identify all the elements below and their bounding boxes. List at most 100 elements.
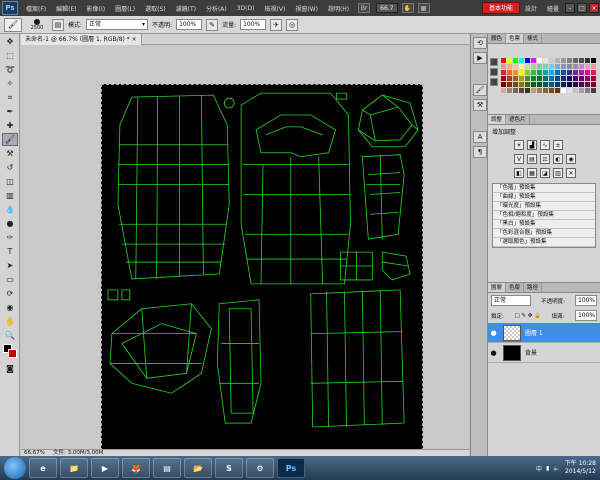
menu-layer[interactable]: 圖層(L): [110, 4, 140, 13]
workspace-essentials-button[interactable]: 基本功能: [481, 2, 520, 14]
photo-filter-icon[interactable]: ◉: [566, 154, 576, 164]
pen-tool[interactable]: ✑: [2, 231, 18, 244]
actions-panel-icon[interactable]: ▶: [473, 52, 487, 64]
shape-tool[interactable]: ▭: [2, 273, 18, 286]
selective-color-icon[interactable]: ✕: [566, 168, 576, 178]
eyedropper-tool[interactable]: ✒: [2, 105, 18, 118]
color-balance-icon[interactable]: ⚖: [540, 154, 550, 164]
tab-color[interactable]: 顏色: [488, 34, 507, 43]
brush-preset-picker[interactable]: 2500: [26, 18, 48, 32]
menu-view[interactable]: 檢視(V): [260, 4, 291, 13]
layer-row-background[interactable]: ● 背景: [488, 343, 600, 363]
document-canvas[interactable]: [101, 84, 423, 456]
preset-black-white[interactable]: 「黑白」預設集: [493, 220, 595, 229]
black-white-icon[interactable]: ◐: [553, 154, 563, 164]
swatch-grid[interactable]: [501, 58, 597, 106]
hand-tool-icon[interactable]: ✋: [401, 3, 414, 13]
clone-stamp-tool[interactable]: ⚒: [2, 147, 18, 160]
threshold-icon[interactable]: ◪: [540, 168, 550, 178]
blend-mode-select[interactable]: 正常: [491, 295, 531, 306]
lasso-tool[interactable]: ➰: [2, 63, 18, 76]
close-tab-icon[interactable]: ×: [132, 36, 137, 43]
menu-analysis[interactable]: 分析(A): [201, 4, 232, 13]
tablet-size-toggle[interactable]: ◎: [286, 18, 299, 31]
zoom-tool[interactable]: 🔍: [2, 329, 18, 342]
workspace-painting-button[interactable]: 繪畫: [542, 4, 564, 13]
tab-paths[interactable]: 路徑: [524, 283, 543, 292]
eraser-tool[interactable]: ◫: [2, 175, 18, 188]
workspace-design-button[interactable]: 設計: [520, 4, 542, 13]
airbrush-toggle[interactable]: ✈: [270, 18, 283, 31]
invert-icon[interactable]: ◧: [514, 168, 524, 178]
curves-icon[interactable]: ∿: [540, 140, 550, 150]
taskbar-photoshop[interactable]: Ps: [277, 458, 305, 478]
character-panel-icon[interactable]: A: [473, 131, 487, 143]
bridge-icon[interactable]: Br: [358, 3, 371, 13]
exposure-icon[interactable]: ±: [553, 140, 563, 150]
maximize-button[interactable]: □: [577, 3, 587, 13]
layer-row-1[interactable]: ● 圖層 1: [488, 323, 600, 343]
swatch-tool-3[interactable]: [490, 78, 498, 86]
gradient-map-icon[interactable]: ▥: [553, 168, 563, 178]
tool-preset-picker[interactable]: 🖌: [4, 17, 22, 32]
fill-field[interactable]: 100%: [574, 310, 597, 321]
tablet-opacity-toggle[interactable]: ✎: [206, 18, 219, 31]
preset-hue-saturation[interactable]: 「色相/飽和度」預設集: [493, 211, 595, 220]
paragraph-panel-icon[interactable]: ¶: [473, 146, 487, 158]
language-indicator[interactable]: 中: [536, 464, 542, 473]
vibrance-icon[interactable]: V: [514, 154, 524, 164]
quick-select-tool[interactable]: ✧: [2, 77, 18, 90]
preset-exposure[interactable]: 「曝光度」預設集: [493, 202, 595, 211]
clone-source-icon[interactable]: ⚒: [473, 99, 487, 111]
network-icon[interactable]: ▮: [546, 465, 549, 472]
hand-tool[interactable]: ✋: [2, 315, 18, 328]
taskbar-media[interactable]: ▶: [91, 458, 119, 478]
brush-panel-toggle[interactable]: ▤: [52, 18, 64, 31]
close-button[interactable]: ×: [589, 3, 599, 13]
marquee-tool[interactable]: ⬚: [2, 49, 18, 62]
clock[interactable]: 下午 10:28 2014/5/12: [565, 460, 596, 476]
tab-adjustments[interactable]: 調整: [488, 115, 507, 124]
crop-tool[interactable]: ⌗: [2, 91, 18, 104]
quick-mask-tool[interactable]: ◙: [2, 362, 18, 375]
preset-levels[interactable]: 「色階」預設集: [493, 184, 595, 193]
taskbar-skype[interactable]: S: [215, 458, 243, 478]
type-tool[interactable]: T: [2, 245, 18, 258]
menu-file[interactable]: 檔案(F): [21, 4, 51, 13]
tab-layers[interactable]: 圖層: [488, 283, 507, 292]
taskbar-ie[interactable]: e: [29, 458, 57, 478]
minimize-button[interactable]: –: [565, 3, 575, 13]
move-tool[interactable]: ✥: [2, 35, 18, 48]
preset-curves[interactable]: 「曲線」預設集: [493, 193, 595, 202]
path-select-tool[interactable]: ➤: [2, 259, 18, 272]
layer-opacity-field[interactable]: 100%: [574, 295, 597, 306]
posterize-icon[interactable]: ▦: [527, 168, 537, 178]
tab-swatches[interactable]: 色票: [506, 34, 525, 43]
taskbar-app8[interactable]: ⚙: [246, 458, 274, 478]
zoom-level-select[interactable]: 66.7: [376, 3, 398, 13]
3d-rotate-tool[interactable]: ⟳: [2, 287, 18, 300]
menu-select[interactable]: 選取(S): [140, 4, 171, 13]
healing-brush-tool[interactable]: ✚: [2, 119, 18, 132]
menu-image[interactable]: 影像(I): [82, 4, 110, 13]
arrange-icon[interactable]: ▦: [417, 3, 430, 13]
menu-edit[interactable]: 編輯(E): [51, 4, 81, 13]
flow-field[interactable]: 100%: [240, 19, 267, 30]
brightness-icon[interactable]: ☀: [514, 140, 524, 150]
history-panel-icon[interactable]: ⟲: [473, 37, 487, 49]
swatch-tool-1[interactable]: [490, 58, 498, 66]
preset-channel-mixer[interactable]: 「色彩混合器」預設集: [493, 229, 595, 238]
tab-styles[interactable]: 樣式: [524, 34, 543, 43]
lock-icons[interactable]: □ ✎ ✥ 🔒: [514, 313, 541, 319]
opacity-field[interactable]: 100%: [176, 19, 203, 30]
taskbar-explorer[interactable]: 📁: [60, 458, 88, 478]
blur-tool[interactable]: 💧: [2, 203, 18, 216]
mode-select[interactable]: 正常 ▾: [86, 19, 149, 30]
tab-channels[interactable]: 色版: [506, 283, 525, 292]
eye-icon[interactable]: ●: [488, 329, 499, 337]
start-button[interactable]: [4, 457, 26, 479]
taskbar-app5[interactable]: ▤: [153, 458, 181, 478]
color-swatches[interactable]: [2, 343, 18, 361]
preset-selective-color[interactable]: 「選取顏色」預設集: [493, 238, 595, 247]
menu-3d[interactable]: 3D(D): [232, 5, 260, 12]
